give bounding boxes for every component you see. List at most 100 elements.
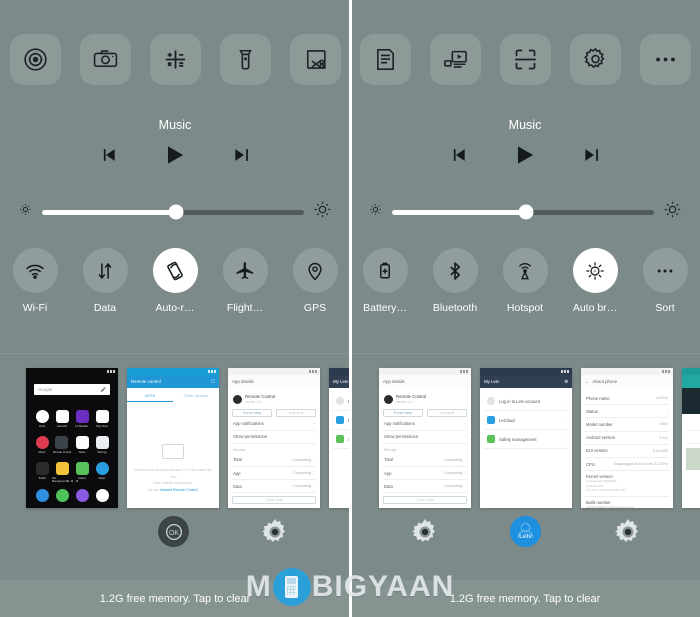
recent-card-app-details[interactable]: App details Remote Control version 1.0 F… (228, 368, 320, 508)
recent-card-about-phone[interactable]: ← About phone Phone name Le1Pro Status › M… (581, 368, 673, 508)
music-next-button[interactable] (232, 145, 252, 165)
clear-data-button[interactable]: Clear data (232, 496, 316, 505)
toggle-battery[interactable]: Battery… (353, 248, 417, 314)
row-login-letv[interactable]: Log in to Letv account › (484, 392, 568, 411)
home-app[interactable]: Notes (75, 436, 89, 454)
toggle-bluetooth[interactable]: Bluetooth (423, 248, 487, 314)
settings-gear-icon[interactable]: ⚙ (564, 379, 568, 385)
app-icon (35, 436, 49, 449)
music-play-button[interactable] (162, 142, 188, 168)
row-label: Data (233, 483, 242, 489)
recent-card-remote-control[interactable]: Remote control ☐ LETV Other devices Conn… (127, 368, 219, 508)
brightness-slider-left[interactable] (18, 200, 332, 224)
row-safety-management[interactable]: Safety management › (484, 430, 568, 449)
recent-card-app-details[interactable]: App details Remote Control version 1.0 F… (379, 368, 471, 508)
remote-card-title: Remote control (131, 379, 161, 384)
shortcut-row-right (350, 34, 700, 85)
recents-strip-right[interactable]: App details Remote Control version 1.0 F… (350, 353, 700, 580)
tab-other-devices[interactable]: Other devices (173, 393, 219, 402)
row-status[interactable]: Status › (585, 405, 669, 419)
brightness-high-icon (663, 200, 682, 224)
brightness-thumb[interactable] (518, 204, 534, 220)
recent-card-partial[interactable] (682, 368, 700, 508)
row-show-permissions[interactable]: Show permissions › (383, 431, 467, 444)
home-app[interactable]: Play Store (95, 410, 109, 428)
flashlight-icon[interactable] (219, 34, 271, 85)
scan-icon[interactable] (499, 34, 551, 85)
row-app-notifications[interactable]: App notifications › (232, 417, 316, 431)
row-lecloud[interactable]: LeCloud › (484, 411, 568, 430)
force-stop-button[interactable]: Force stop (383, 409, 423, 418)
toggle-flight-mode[interactable]: Flight… (213, 248, 277, 314)
home-app[interactable]: Settings (95, 436, 109, 454)
calculator-icon[interactable] (149, 34, 201, 85)
dock-icon[interactable] (95, 489, 109, 502)
tv-cast-icon[interactable]: ☐ (211, 379, 215, 385)
microphone-icon[interactable]: 🎤 (101, 387, 106, 393)
brightness-track[interactable] (392, 204, 654, 220)
uninstall-button[interactable]: Uninstall (276, 409, 316, 418)
row-label: App notifications (233, 421, 264, 427)
app-icon (75, 410, 89, 423)
toggle-hotspot[interactable]: Hotspot (493, 248, 557, 314)
force-stop-button[interactable]: Force stop (232, 409, 272, 418)
recents-strip-left[interactable]: Google 🎤 Clock Calendar Hi Weather Play Sto… (0, 353, 350, 580)
memory-bar-left[interactable]: 1.2G free memory. Tap to clear (0, 580, 350, 617)
toggle-wifi[interactable]: Wi-Fi (3, 248, 67, 314)
home-app[interactable]: Remote Control (53, 436, 71, 454)
brightness-thumb[interactable] (168, 204, 184, 220)
camera-icon[interactable] (79, 34, 131, 85)
infrared-remote-link[interactable]: Infrared Remote Control (160, 488, 198, 492)
row-login-letv[interactable]: Log in to Letv account › (333, 392, 350, 411)
dock-icon[interactable] (35, 489, 49, 502)
toggle-auto-brightness[interactable]: A Auto br… (563, 248, 627, 314)
smart-touch-icon[interactable] (9, 34, 61, 85)
home-app[interactable]: Music (35, 436, 49, 454)
my-letv-title: My Letv (484, 379, 500, 384)
row-show-permissions[interactable]: Show permissions › (232, 431, 316, 444)
row-storage-app: App Computing… (383, 467, 467, 481)
toggle-gps[interactable]: GPS (283, 248, 347, 314)
brightness-slider-right[interactable] (368, 200, 682, 224)
letv-account-icon[interactable]: Letv (510, 516, 541, 547)
settings-gear-icon[interactable] (409, 516, 440, 547)
remote-card-tabs[interactable]: LETV Other devices (127, 388, 219, 402)
home-search-bar[interactable]: Google 🎤 (34, 384, 110, 395)
notes-icon[interactable] (359, 34, 411, 85)
recent-card-my-letv-partial[interactable]: My Letv ⚙ Log in to Letv account › LeClo… (329, 368, 350, 508)
music-previous-button[interactable] (448, 145, 468, 165)
app-icon (55, 462, 69, 475)
music-next-button[interactable] (582, 145, 602, 165)
toggle-data[interactable]: Data (73, 248, 137, 314)
more-dots-icon[interactable] (639, 34, 691, 85)
brightness-track[interactable] (42, 204, 304, 220)
recent-card-home[interactable]: Google 🎤 Clock Calendar Hi Weather Play Sto… (26, 368, 118, 508)
music-previous-button[interactable] (98, 145, 118, 165)
home-app[interactable]: Hi Weather (75, 410, 89, 428)
dock-icon[interactable] (55, 489, 69, 502)
app-details-app: Remote Control version 1.0 (232, 392, 316, 406)
back-arrow-icon[interactable]: ← (585, 379, 589, 384)
settings-gear-icon[interactable] (612, 516, 643, 547)
settings-gear-icon[interactable] (569, 34, 621, 85)
home-app[interactable]: Clock (35, 410, 49, 428)
memory-bar-right[interactable]: 1.2G free memory. Tap to clear (350, 580, 700, 617)
recent-card-my-letv[interactable]: My Letv ⚙ Log in to Letv account › LeClo… (480, 368, 572, 508)
row-lecloud[interactable]: LeCloud › (333, 411, 350, 430)
row-label: Phone name (586, 395, 610, 401)
home-app[interactable]: Calendar (55, 410, 69, 428)
row-phone-name[interactable]: Phone name Le1Pro (585, 392, 669, 406)
toggle-sort[interactable]: Sort (633, 248, 697, 314)
screenshot-icon[interactable] (289, 34, 341, 85)
tab-letv[interactable]: LETV (127, 393, 173, 402)
dock-icon[interactable] (75, 489, 89, 502)
row-app-notifications[interactable]: App notifications › (383, 417, 467, 431)
row-safety-management[interactable]: Safety management › (333, 430, 350, 449)
uninstall-button[interactable]: Uninstall (427, 409, 467, 418)
settings-gear-icon[interactable] (259, 516, 290, 547)
remote-ok-icon[interactable]: OK (158, 516, 189, 547)
screencast-icon[interactable] (429, 34, 481, 85)
clear-data-button[interactable]: Clear data (383, 496, 467, 505)
toggle-auto-rotate[interactable]: Auto-r… (143, 248, 207, 314)
music-play-button[interactable] (512, 142, 538, 168)
